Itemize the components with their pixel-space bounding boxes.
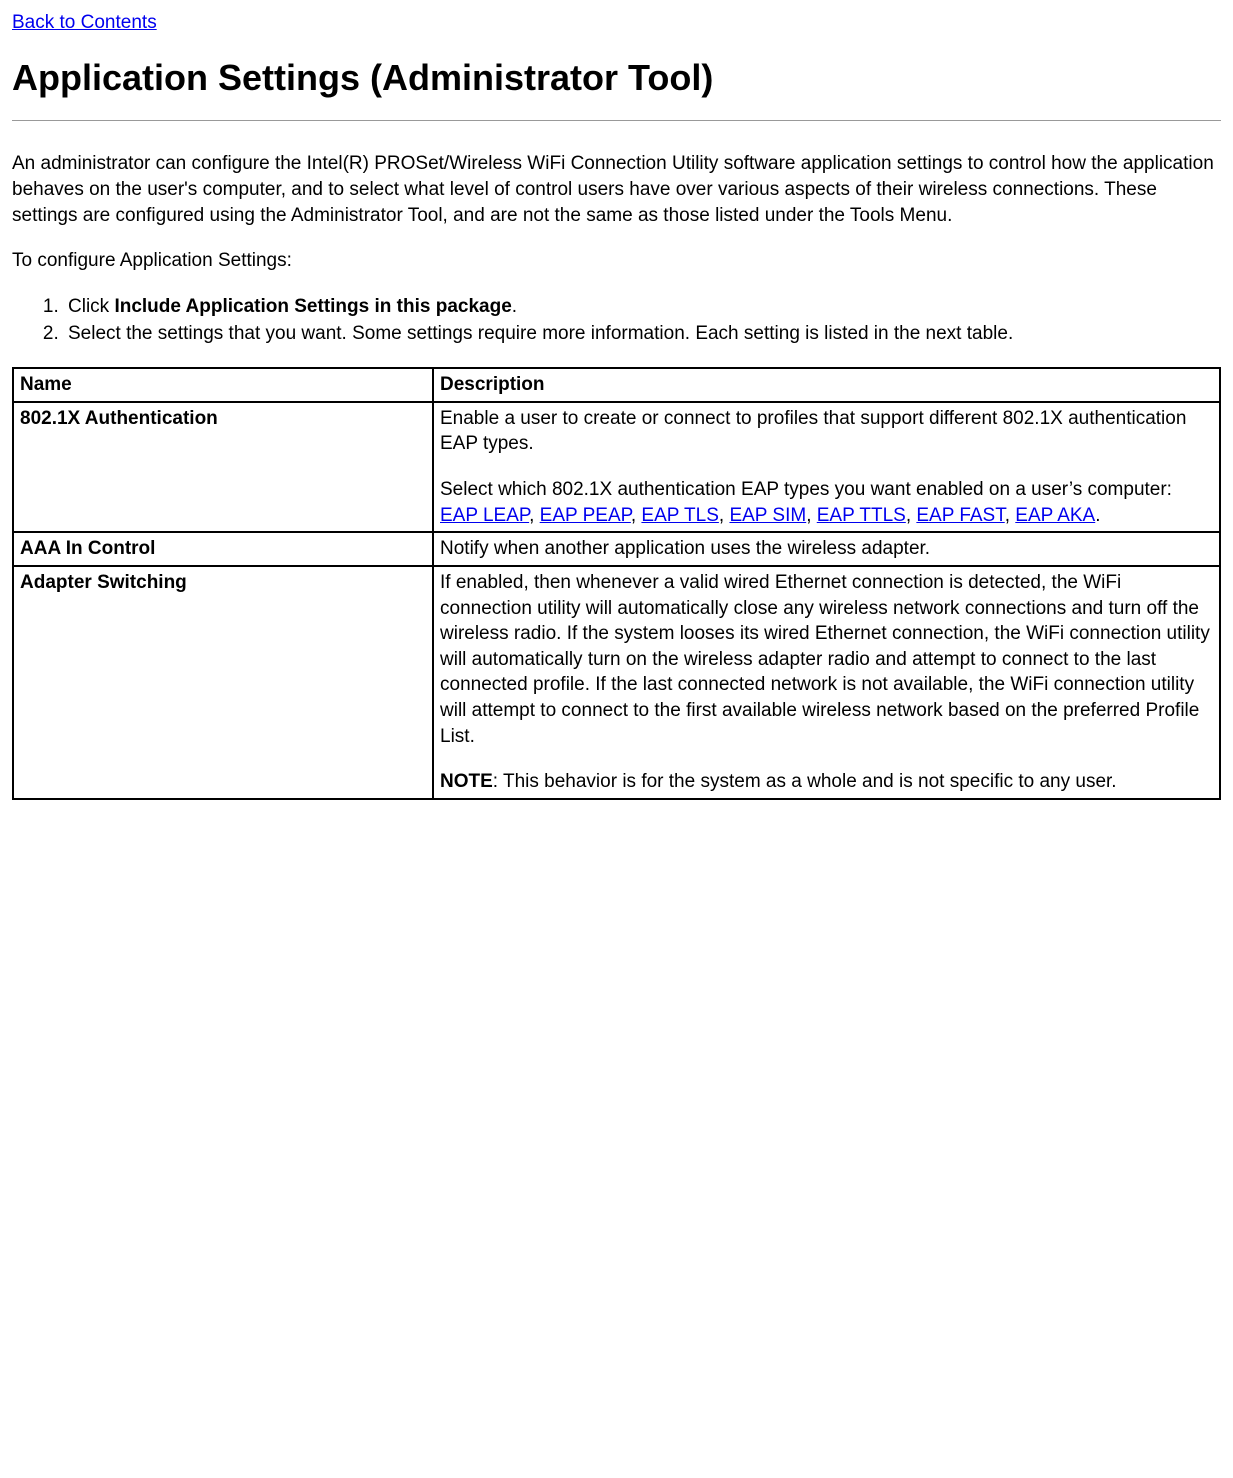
row3-note: NOTE: This behavior is for the system as… — [440, 769, 1213, 795]
eap-aka-link[interactable]: EAP AKA — [1015, 505, 1095, 526]
eap-ttls-link[interactable]: EAP TTLS — [817, 505, 906, 526]
row-name: Adapter Switching — [13, 566, 433, 799]
note-label: NOTE — [440, 771, 493, 792]
page-title: Application Settings (Administrator Tool… — [12, 54, 1221, 103]
table-row: AAA In Control Notify when another appli… — [13, 532, 1220, 566]
table-row: Adapter Switching If enabled, then whene… — [13, 566, 1220, 799]
eap-sim-link[interactable]: EAP SIM — [729, 505, 806, 526]
header-description: Description — [433, 368, 1220, 402]
eap-fast-link[interactable]: EAP FAST — [916, 505, 1004, 526]
steps-list: Click Include Application Settings in th… — [12, 294, 1221, 347]
row-description: If enabled, then whenever a valid wired … — [433, 566, 1220, 799]
row-name: 802.1X Authentication — [13, 402, 433, 533]
step1-bold: Include Application Settings in this pac… — [114, 296, 511, 317]
intro-paragraph: An administrator can configure the Intel… — [12, 151, 1221, 228]
settings-table: Name Description 802.1X Authentication E… — [12, 367, 1221, 800]
eap-leap-link[interactable]: EAP LEAP — [440, 505, 529, 526]
row-name: AAA In Control — [13, 532, 433, 566]
step-item-1: Click Include Application Settings in th… — [64, 294, 1221, 320]
eap-tls-link[interactable]: EAP TLS — [641, 505, 718, 526]
row-description: Enable a user to create or connect to pr… — [433, 402, 1220, 533]
eap-peap-link[interactable]: EAP PEAP — [540, 505, 631, 526]
step1-post: . — [512, 296, 517, 317]
header-name: Name — [13, 368, 433, 402]
step-item-2: Select the settings that you want. Some … — [64, 321, 1221, 347]
step1-pre: Click — [68, 296, 114, 317]
back-to-contents-link[interactable]: Back to Contents — [12, 12, 157, 33]
table-row: 802.1X Authentication Enable a user to c… — [13, 402, 1220, 533]
separator — [12, 120, 1221, 121]
configure-paragraph: To configure Application Settings: — [12, 248, 1221, 274]
table-header-row: Name Description — [13, 368, 1220, 402]
row1-desc-p1: Enable a user to create or connect to pr… — [440, 406, 1213, 457]
row3-desc-p1: If enabled, then whenever a valid wired … — [440, 570, 1213, 749]
row-description: Notify when another application uses the… — [433, 532, 1220, 566]
row1-desc-p2: Select which 802.1X authentication EAP t… — [440, 477, 1213, 528]
note-text: : This behavior is for the system as a w… — [493, 771, 1117, 792]
